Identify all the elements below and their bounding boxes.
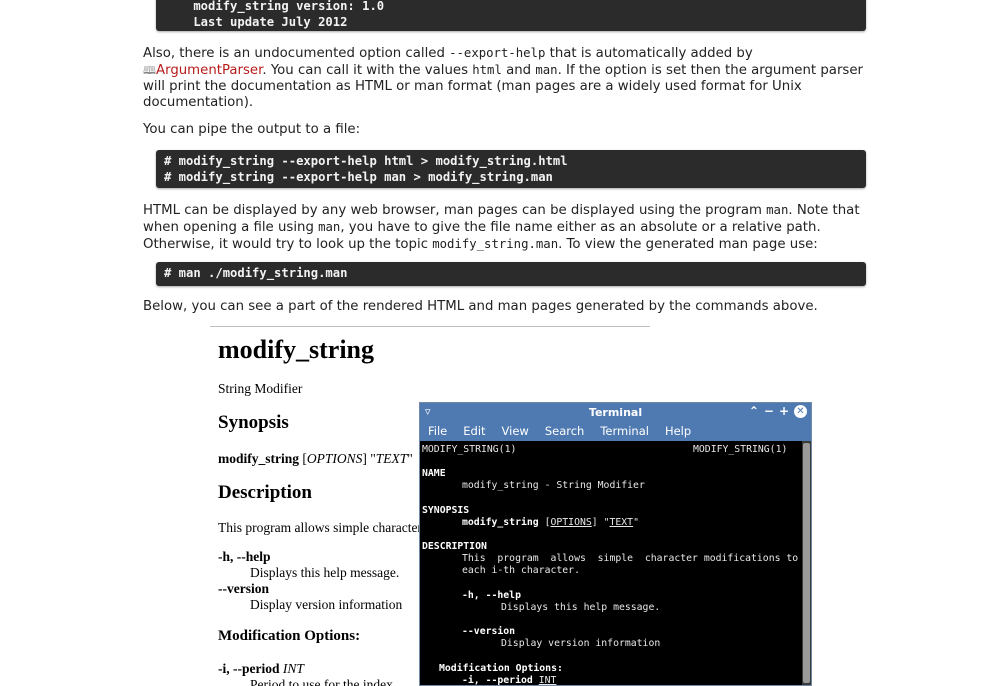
below-paragraph: Below, you can see a part of the rendere…	[143, 299, 818, 314]
export-help-paragraph: Also, there is an undocumented option ca…	[143, 45, 873, 111]
rendered-mod-heading: Modification Options:	[218, 628, 361, 644]
opt-period-arg: INT	[282, 661, 304, 676]
code-line: # man ./modify_string.man	[164, 266, 348, 280]
synopsis-text: TEXT	[375, 451, 408, 466]
rendered-opt-help: -h, --help	[218, 549, 271, 564]
man-code-block: # man ./modify_string.man	[156, 262, 866, 286]
rendered-opt-help-desc: Displays this help message.	[250, 565, 400, 580]
man-opt-period: -i, --period INT	[462, 675, 557, 686]
inline-code: man	[318, 220, 341, 234]
man-opt-version: --version	[462, 626, 516, 637]
menu-edit[interactable]: Edit	[455, 422, 493, 441]
man-header-right: MODIFY_STRING(1)	[693, 444, 788, 455]
man-opt-help: -h, --help	[462, 590, 521, 601]
menu-file[interactable]: File	[420, 422, 455, 441]
html-display-paragraph: HTML can be displayed by any web browser…	[143, 202, 873, 253]
terminal-window[interactable]: ▿ Terminal ⌃ − + ✕ File Edit View Search…	[419, 402, 812, 686]
maximize-icon[interactable]: +	[779, 404, 789, 418]
synopsis-text: TEXT	[609, 517, 634, 528]
synopsis-options: OPTIONS	[550, 517, 592, 528]
menu-search[interactable]: Search	[537, 422, 593, 441]
inline-code: --export-help	[449, 46, 546, 60]
minimize-icon[interactable]: −	[764, 404, 774, 418]
book-icon: 🕮	[143, 64, 156, 77]
terminal-screen[interactable]: MODIFY_STRING(1) MODIFY_STRING(1) NAME m…	[420, 441, 803, 686]
code-line: # modify_string --export-help man > modi…	[164, 169, 553, 184]
export-code-block: # modify_string --export-help html > mod…	[156, 150, 866, 188]
rendered-opt-version: --version	[218, 581, 269, 596]
text: and	[501, 63, 536, 78]
man-name-heading: NAME	[422, 468, 446, 479]
code-line: Last update July 2012	[164, 14, 348, 29]
inline-code: modify_string.man	[432, 237, 559, 251]
opt-period-flag: -i, --period	[462, 675, 533, 686]
rendered-subtitle: String Modifier	[218, 381, 303, 396]
code-line: # modify_string --export-help html > mod…	[164, 154, 568, 168]
code-line: modify_string version: 1.0	[164, 0, 385, 13]
inline-code: man	[535, 63, 558, 77]
rendered-opt-period-desc: Period to use for the index.	[250, 677, 397, 686]
text: Also, there is an undocumented option ca…	[143, 46, 450, 61]
synopsis-command: modify_string	[218, 451, 299, 466]
version-code-block: modify_string version: 1.0 Last update J…	[156, 0, 866, 31]
rendered-description-heading: Description	[218, 482, 312, 503]
close-icon[interactable]: ✕	[794, 404, 807, 418]
terminal-titlebar[interactable]: ▿ Terminal ⌃ − + ✕	[420, 403, 811, 422]
rendered-opt-version-desc: Display version information	[250, 597, 403, 612]
rendered-synopsis: modify_string [OPTIONS] "TEXT"	[218, 451, 413, 466]
synopsis-command: modify_string	[462, 517, 539, 528]
rendered-title: modify_string	[218, 335, 374, 364]
text: HTML can be displayed by any web browser…	[143, 203, 767, 218]
shade-up-icon[interactable]: ⌃	[749, 404, 759, 418]
man-header-left: MODIFY_STRING(1)	[422, 444, 517, 455]
man-synopsis-line: modify_string [OPTIONS] "TEXT"	[462, 517, 639, 528]
terminal-scrollbar[interactable]	[802, 441, 811, 685]
scrollbar-thumb[interactable]	[803, 443, 810, 683]
man-description-heading: DESCRIPTION	[422, 541, 487, 552]
menu-view[interactable]: View	[494, 422, 537, 441]
man-opt-help-desc: Displays this help message.	[501, 602, 661, 613]
opt-period-flag: -i, --period	[218, 661, 280, 676]
synopsis-options: OPTIONS	[306, 451, 363, 466]
text: . To view the generated man page use:	[558, 237, 818, 252]
man-mod-heading: Modification Options:	[439, 663, 563, 674]
argumentparser-link[interactable]: ArgumentParser	[156, 63, 262, 78]
man-name-line: modify_string - String Modifier	[462, 480, 645, 491]
inline-code: html	[472, 63, 502, 77]
menu-help[interactable]: Help	[657, 422, 699, 441]
opt-period-arg: INT	[538, 675, 557, 686]
menu-terminal[interactable]: Terminal	[592, 422, 657, 441]
man-synopsis-heading: SYNOPSIS	[422, 505, 470, 516]
man-desc-line: This program allows simple character mod…	[462, 553, 799, 564]
inline-code: man	[766, 203, 789, 217]
terminal-menubar: File Edit View Search Terminal Help	[420, 422, 811, 441]
text: . You can call it with the values	[262, 63, 473, 78]
man-opt-version-desc: Display version information	[501, 638, 661, 649]
pipe-paragraph: You can pipe the output to a file:	[143, 122, 361, 137]
rendered-opt-period: -i, --period INT	[218, 661, 304, 677]
man-desc-line: each i-th character.	[462, 565, 580, 576]
text: that is automatically added by	[545, 46, 753, 61]
rendered-synopsis-heading: Synopsis	[218, 412, 289, 433]
window-controls: ⌃ − + ✕	[749, 404, 807, 418]
